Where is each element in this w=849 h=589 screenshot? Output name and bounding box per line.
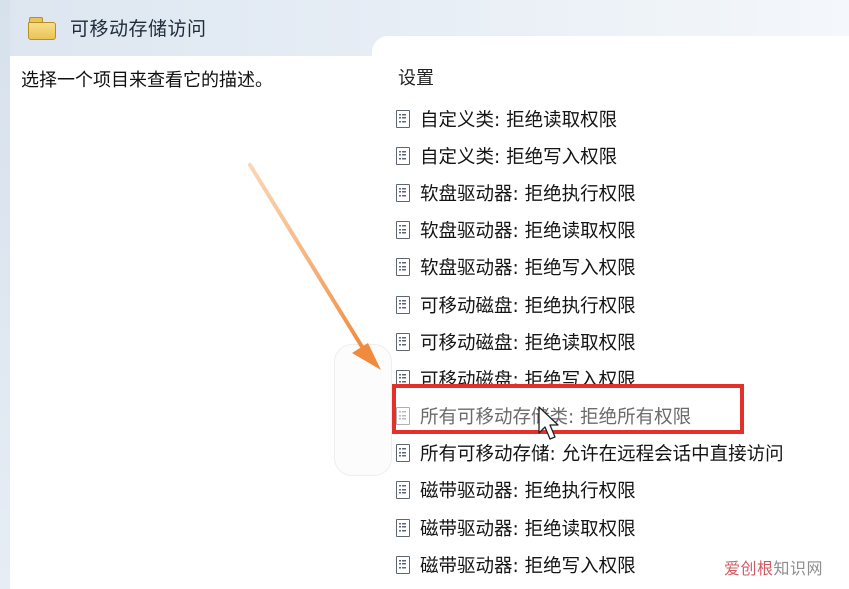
policy-document-icon bbox=[396, 258, 410, 277]
setting-item[interactable]: 所有可移动存储: 允许在远程会话中直接访问 bbox=[396, 435, 784, 472]
policy-document-icon bbox=[396, 444, 410, 463]
watermark-rest: 知识网 bbox=[773, 559, 823, 578]
watermark: 爱创根知识网 bbox=[724, 555, 823, 579]
policy-document-icon bbox=[396, 518, 410, 537]
setting-item[interactable]: 软盘驱动器: 拒绝读取权限 bbox=[396, 212, 784, 249]
policy-document-icon bbox=[396, 146, 410, 165]
watermark-accent: 爱创根 bbox=[723, 559, 774, 578]
settings-list: 自定义类: 拒绝读取权限 自定义类: 拒绝写入权限 软盘驱动器: 拒绝执行权限 … bbox=[396, 100, 784, 583]
setting-item[interactable]: 软盘驱动器: 拒绝执行权限 bbox=[396, 174, 784, 211]
setting-item-label: 软盘驱动器: 拒绝写入权限 bbox=[420, 258, 636, 280]
description-panel bbox=[10, 56, 372, 589]
page-title: 可移动存储访问 bbox=[70, 18, 207, 40]
setting-item-label: 所有可移动存储类: 拒绝所有权限 bbox=[420, 407, 692, 429]
setting-item[interactable]: 自定义类: 拒绝读取权限 bbox=[396, 100, 784, 137]
setting-item[interactable]: 可移动磁盘: 拒绝写入权限 bbox=[396, 360, 784, 397]
setting-item-label: 自定义类: 拒绝读取权限 bbox=[420, 109, 618, 131]
setting-item-highlighted[interactable]: 所有可移动存储类: 拒绝所有权限 bbox=[396, 398, 784, 435]
policy-document-icon bbox=[396, 183, 410, 202]
window-left-edge bbox=[0, 0, 10, 589]
setting-item-label: 可移动磁盘: 拒绝执行权限 bbox=[420, 295, 636, 317]
setting-item-label: 自定义类: 拒绝写入权限 bbox=[420, 146, 618, 168]
policy-document-icon bbox=[396, 295, 410, 314]
setting-item-label: 可移动磁盘: 拒绝写入权限 bbox=[420, 369, 636, 391]
setting-item[interactable]: 磁带驱动器: 拒绝执行权限 bbox=[396, 472, 784, 509]
policy-document-icon bbox=[396, 221, 410, 240]
policy-document-icon bbox=[396, 555, 410, 574]
policy-document-icon bbox=[396, 332, 410, 351]
setting-item-label: 所有可移动存储: 允许在远程会话中直接访问 bbox=[420, 444, 784, 466]
setting-item-label: 可移动磁盘: 拒绝读取权限 bbox=[420, 332, 636, 354]
description-text: 选择一个项目来查看它的描述。 bbox=[21, 70, 273, 91]
setting-item[interactable]: 自定义类: 拒绝写入权限 bbox=[396, 137, 784, 174]
setting-item-label: 软盘驱动器: 拒绝读取权限 bbox=[420, 221, 636, 243]
settings-column-header[interactable]: 设置 bbox=[398, 64, 434, 90]
policy-document-icon bbox=[396, 369, 410, 388]
folder-icon bbox=[28, 16, 56, 40]
setting-item-label: 磁带驱动器: 拒绝写入权限 bbox=[420, 555, 636, 577]
window-frame: 可移动存储访问 选择一个项目来查看它的描述。 设置 自定义类: 拒绝读取权限 自… bbox=[0, 0, 849, 589]
setting-item[interactable]: 软盘驱动器: 拒绝写入权限 bbox=[396, 249, 784, 286]
policy-document-icon bbox=[396, 407, 410, 426]
title-bar: 可移动存储访问 bbox=[28, 14, 207, 41]
settings-panel-top bbox=[386, 36, 849, 56]
policy-document-icon bbox=[396, 481, 410, 500]
policy-document-icon bbox=[396, 109, 410, 128]
setting-item-label: 磁带驱动器: 拒绝读取权限 bbox=[420, 518, 636, 540]
overlay-shape bbox=[334, 344, 392, 476]
setting-item[interactable]: 磁带驱动器: 拒绝读取权限 bbox=[396, 509, 784, 546]
setting-item-label: 软盘驱动器: 拒绝执行权限 bbox=[420, 183, 636, 205]
setting-item[interactable]: 可移动磁盘: 拒绝读取权限 bbox=[396, 323, 784, 360]
setting-item[interactable]: 可移动磁盘: 拒绝执行权限 bbox=[396, 286, 784, 323]
setting-item-label: 磁带驱动器: 拒绝执行权限 bbox=[420, 481, 636, 503]
